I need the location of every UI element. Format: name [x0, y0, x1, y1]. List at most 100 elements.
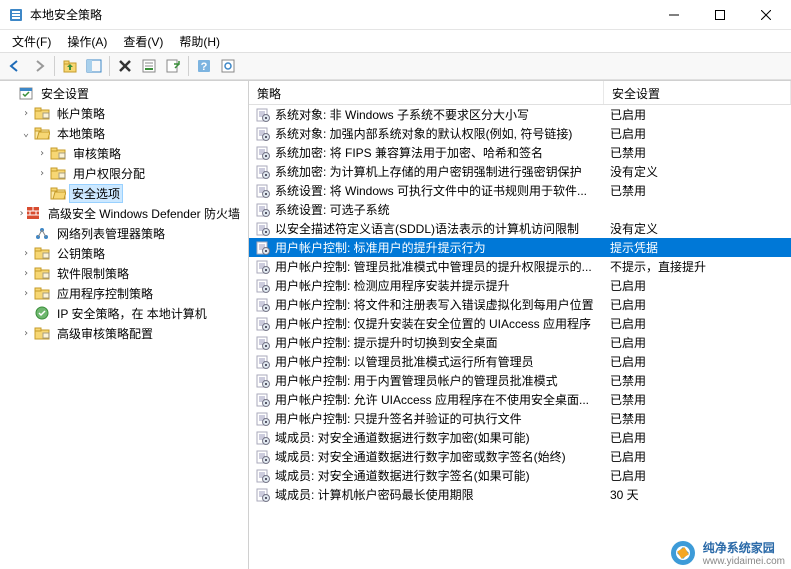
- policy-cell: 用户帐户控制: 允许 UIAccess 应用程序在不使用安全桌面...: [249, 391, 604, 408]
- delete-button[interactable]: [114, 55, 136, 77]
- policy-row[interactable]: 用户帐户控制: 将文件和注册表写入错误虚拟化到每用户位置已启用: [249, 295, 791, 314]
- setting-cell: 30 天: [604, 486, 791, 503]
- expander-icon[interactable]: ⌄: [18, 128, 34, 139]
- column-header-setting[interactable]: 安全设置: [604, 81, 791, 104]
- tree-item[interactable]: › 高级审核策略配置: [0, 323, 248, 343]
- policy-icon: [255, 126, 271, 142]
- policy-row[interactable]: 用户帐户控制: 提示提升时切换到安全桌面已启用: [249, 333, 791, 352]
- policy-row[interactable]: 用户帐户控制: 只提升签名并验证的可执行文件已禁用: [249, 409, 791, 428]
- policy-row[interactable]: 域成员: 对安全通道数据进行数字签名(如果可能)已启用: [249, 466, 791, 485]
- forward-button[interactable]: [28, 55, 50, 77]
- expander-icon[interactable]: ›: [18, 288, 34, 299]
- policy-row[interactable]: 域成员: 对安全通道数据进行数字加密或数字签名(始终)已启用: [249, 447, 791, 466]
- help-button[interactable]: ?: [193, 55, 215, 77]
- policy-row[interactable]: 用户帐户控制: 管理员批准模式中管理员的提升权限提示的...不提示，直接提升: [249, 257, 791, 276]
- expander-icon[interactable]: ›: [18, 208, 25, 219]
- policy-text: 用户帐户控制: 标准用户的提升提示行为: [275, 239, 486, 256]
- policy-icon: [255, 164, 271, 180]
- policy-row[interactable]: 以安全描述符定义语言(SDDL)语法表示的计算机访问限制没有定义: [249, 219, 791, 238]
- policy-text: 系统加密: 为计算机上存储的用户密钥强制进行强密钥保护: [275, 163, 582, 180]
- tree-item[interactable]: ›应用程序控制策略: [0, 283, 248, 303]
- policy-row[interactable]: 用户帐户控制: 允许 UIAccess 应用程序在不使用安全桌面...已禁用: [249, 390, 791, 409]
- list-body[interactable]: 系统对象: 非 Windows 子系统不要求区分大小写已启用系统对象: 加强内部…: [249, 105, 791, 569]
- tree-item[interactable]: IP 安全策略，在 本地计算机: [0, 303, 248, 323]
- policy-icon: [255, 240, 271, 256]
- policy-icon: [255, 430, 271, 446]
- tree-item[interactable]: ›审核策略: [0, 143, 248, 163]
- properties-button[interactable]: [138, 55, 160, 77]
- policy-cell: 系统加密: 将 FIPS 兼容算法用于加密、哈希和签名: [249, 144, 604, 161]
- tree-item[interactable]: ›高级安全 Windows Defender 防火墙: [0, 203, 248, 223]
- policy-row[interactable]: 用户帐户控制: 以管理员批准模式运行所有管理员已启用: [249, 352, 791, 371]
- policy-icon: [255, 259, 271, 275]
- policy-row[interactable]: 系统加密: 将 FIPS 兼容算法用于加密、哈希和签名已禁用: [249, 143, 791, 162]
- policy-row[interactable]: 域成员: 计算机帐户密码最长使用期限30 天: [249, 485, 791, 504]
- column-header-policy[interactable]: 策略: [249, 81, 604, 104]
- tree-label: 高级审核策略配置: [53, 324, 157, 343]
- policy-cell: 用户帐户控制: 检测应用程序安装并提示提升: [249, 277, 604, 294]
- policy-text: 系统对象: 非 Windows 子系统不要求区分大小写: [275, 106, 529, 123]
- setting-cell: 已禁用: [604, 391, 791, 408]
- policy-text: 用户帐户控制: 将文件和注册表写入错误虚拟化到每用户位置: [275, 296, 594, 313]
- policy-row[interactable]: 用户帐户控制: 检测应用程序安装并提示提升 已启用: [249, 276, 791, 295]
- setting-cell: 已启用: [604, 125, 791, 142]
- policy-cell: 用户帐户控制: 以管理员批准模式运行所有管理员: [249, 353, 604, 370]
- back-button[interactable]: [4, 55, 26, 77]
- policy-icon: [255, 145, 271, 161]
- menu-view[interactable]: 查看(V): [115, 31, 171, 52]
- maximize-button[interactable]: [697, 0, 743, 30]
- tree-pane[interactable]: 安全设置 ›帐户策略⌄本地策略›审核策略›用户权限分配安全选项›高级安全 Win…: [0, 81, 249, 569]
- policy-row[interactable]: 用户帐户控制: 仅提升安装在安全位置的 UIAccess 应用程序已启用: [249, 314, 791, 333]
- policy-row[interactable]: 系统设置: 可选子系统: [249, 200, 791, 219]
- policy-text: 域成员: 对安全通道数据进行数字加密(如果可能): [275, 429, 530, 446]
- export-button[interactable]: [162, 55, 184, 77]
- policy-row[interactable]: 系统设置: 将 Windows 可执行文件中的证书规则用于软件...已禁用: [249, 181, 791, 200]
- menu-help[interactable]: 帮助(H): [171, 31, 228, 52]
- tree-item[interactable]: 安全选项: [0, 183, 248, 203]
- tree-label: 安全设置: [37, 84, 93, 103]
- setting-cell: 已禁用: [604, 182, 791, 199]
- tree-item[interactable]: ›帐户策略: [0, 103, 248, 123]
- setting-cell: 已启用: [604, 353, 791, 370]
- titlebar: 本地安全策略: [0, 0, 791, 30]
- policy-row[interactable]: 系统加密: 为计算机上存储的用户密钥强制进行强密钥保护没有定义: [249, 162, 791, 181]
- close-button[interactable]: [743, 0, 789, 30]
- expander-icon[interactable]: ›: [18, 108, 34, 119]
- tree-item[interactable]: › 用户权限分配: [0, 163, 248, 183]
- expander-icon[interactable]: ›: [34, 148, 50, 159]
- policy-row[interactable]: 用户帐户控制: 标准用户的提升提示行为提示凭据: [249, 238, 791, 257]
- expander-icon[interactable]: ›: [18, 248, 34, 259]
- up-button[interactable]: [59, 55, 81, 77]
- policy-icon: [255, 468, 271, 484]
- tree-label: 用户权限分配: [69, 164, 149, 183]
- policy-row[interactable]: 域成员: 对安全通道数据进行数字加密(如果可能)已启用: [249, 428, 791, 447]
- policy-text: 域成员: 对安全通道数据进行数字签名(如果可能): [275, 467, 530, 484]
- menu-action[interactable]: 操作(A): [59, 31, 115, 52]
- tree-item[interactable]: 网络列表管理器策略: [0, 223, 248, 243]
- policy-row[interactable]: 系统对象: 非 Windows 子系统不要求区分大小写已启用: [249, 105, 791, 124]
- show-hide-tree-button[interactable]: [83, 55, 105, 77]
- tree-root[interactable]: 安全设置: [0, 83, 248, 103]
- tree-item[interactable]: ›软件限制策略: [0, 263, 248, 283]
- tree-item[interactable]: ›公钥策略: [0, 243, 248, 263]
- refresh-button[interactable]: [217, 55, 239, 77]
- policy-text: 用户帐户控制: 检测应用程序安装并提示提升: [275, 277, 510, 294]
- expander-icon[interactable]: ›: [18, 328, 34, 339]
- setting-cell: 已启用: [604, 277, 791, 294]
- policy-cell: 域成员: 对安全通道数据进行数字加密(如果可能): [249, 429, 604, 446]
- tree-label: 安全选项: [69, 184, 123, 203]
- expander-icon[interactable]: ›: [34, 168, 50, 179]
- policy-cell: 域成员: 对安全通道数据进行数字签名(如果可能): [249, 467, 604, 484]
- tree-item[interactable]: ⌄本地策略: [0, 123, 248, 143]
- minimize-button[interactable]: [651, 0, 697, 30]
- policy-row[interactable]: 用户帐户控制: 用于内置管理员帐户的管理员批准模式已禁用: [249, 371, 791, 390]
- menu-file[interactable]: 文件(F): [4, 31, 59, 52]
- policy-icon: [255, 202, 271, 218]
- list-header: 策略 安全设置: [249, 81, 791, 105]
- policy-cell: 域成员: 对安全通道数据进行数字加密或数字签名(始终): [249, 448, 604, 465]
- expander-icon[interactable]: ›: [18, 268, 34, 279]
- policy-cell: 用户帐户控制: 管理员批准模式中管理员的提升权限提示的...: [249, 258, 604, 275]
- policy-icon: [255, 335, 271, 351]
- policy-icon: [255, 221, 271, 237]
- policy-row[interactable]: 系统对象: 加强内部系统对象的默认权限(例如, 符号链接)已启用: [249, 124, 791, 143]
